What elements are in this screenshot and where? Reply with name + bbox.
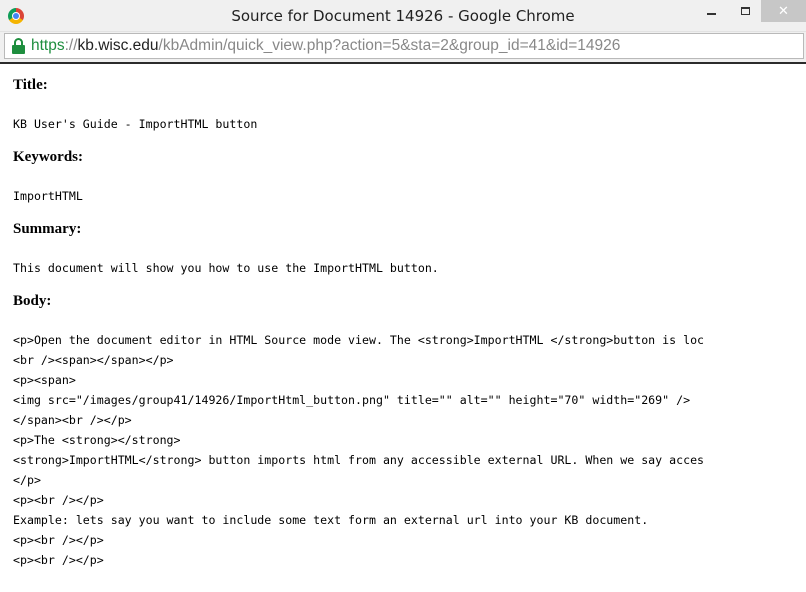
body-line: </span><br /></p> — [13, 413, 132, 427]
body-line: <img src="/images/group41/14926/ImportHt… — [13, 393, 691, 407]
url-scheme: https — [31, 37, 65, 54]
body-line: <p><br /></p> — [13, 533, 104, 547]
maximize-icon — [740, 7, 750, 15]
url-separator: :// — [64, 37, 78, 54]
body-line: <strong>ImportHTML</strong> button impor… — [13, 453, 705, 467]
body-line: </p> — [13, 473, 41, 487]
close-button[interactable]: ✕ — [761, 0, 806, 22]
keywords-value: ImportHTML — [13, 189, 83, 203]
close-icon: ✕ — [778, 3, 789, 19]
maximize-button[interactable] — [730, 0, 760, 22]
body-line: <p>Open the document editor in HTML Sour… — [13, 333, 705, 347]
address-bar: https://kb.wisc.edu/kbAdmin/quick_view.p… — [0, 32, 806, 62]
body-line: <p>The <strong></strong> — [13, 433, 181, 447]
body-line: <p><span> — [13, 373, 76, 387]
summary-value: This document will show you how to use t… — [13, 261, 439, 275]
body-line: <p><br /></p> — [13, 493, 104, 507]
url-text[interactable]: https://kb.wisc.edu/kbAdmin/quick_view.p… — [31, 37, 620, 55]
body-label: Body: — [13, 293, 52, 309]
lock-icon — [12, 38, 25, 54]
document-source: Title: KB User's Guide - ImportHTML butt… — [0, 62, 806, 592]
url-host: kb.wisc.edu — [77, 37, 159, 54]
title-value: KB User's Guide - ImportHTML button — [13, 117, 258, 131]
body-line: <br /><span></span></p> — [13, 353, 174, 367]
body-line: <p><br /></p> — [13, 553, 104, 567]
minimize-button[interactable] — [696, 0, 726, 22]
keywords-label: Keywords: — [13, 149, 83, 165]
window-title: Source for Document 14926 - Google Chrom… — [231, 7, 575, 25]
summary-label: Summary: — [13, 221, 82, 237]
url-path: /kbAdmin/quick_view.php?action=5&sta=2&g… — [158, 37, 621, 54]
body-line: Example: lets say you want to include so… — [13, 513, 649, 527]
url-field[interactable]: https://kb.wisc.edu/kbAdmin/quick_view.p… — [4, 33, 804, 59]
title-bar: Source for Document 14926 - Google Chrom… — [0, 0, 806, 32]
minimize-icon — [706, 13, 716, 15]
title-label: Title: — [13, 77, 48, 93]
